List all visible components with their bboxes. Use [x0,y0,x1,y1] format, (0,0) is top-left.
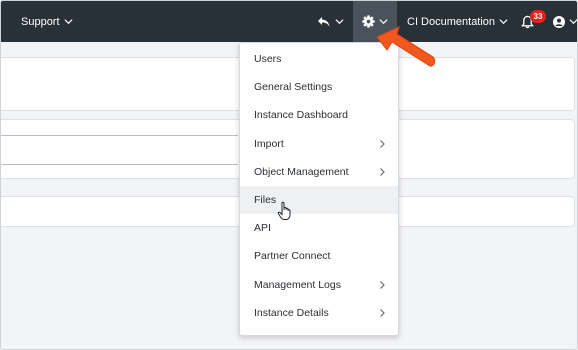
top-navbar: Support CI Documentation 33 [1,1,577,42]
menu-item-partner-connect[interactable]: Partner Connect [240,242,398,270]
user-icon [553,15,565,28]
menu-item-general-settings[interactable]: General Settings [240,73,398,101]
chevron-right-icon [380,139,385,148]
menu-item-label: Instance Details [254,306,329,319]
chevron-down-icon [64,19,73,25]
undo-icon [318,16,330,27]
menu-item-object-management[interactable]: Object Management [240,158,398,186]
undo-menu[interactable] [317,1,344,42]
menu-item-label: General Settings [254,81,333,94]
chevron-down-icon [335,19,344,25]
menu-item-label: Object Management [254,165,349,178]
hand-pointer-icon [277,201,291,220]
chevron-right-icon [380,280,385,289]
chevron-right-icon [380,167,385,176]
menu-item-label: Import [254,137,284,150]
menu-item-api[interactable]: API [240,214,398,242]
support-menu[interactable]: Support [21,1,73,42]
user-menu[interactable] [553,1,577,42]
chevron-down-icon [569,19,577,25]
chevron-down-icon [499,19,508,25]
menu-item-label: API [254,222,271,235]
chevron-right-icon [380,308,385,317]
menu-item-label: Instance Dashboard [254,109,348,122]
menu-item-label: Management Logs [254,278,341,291]
support-label: Support [21,15,60,28]
menu-item-files[interactable]: Files [240,185,398,215]
menu-item-import[interactable]: Import [240,130,398,158]
settings-dropdown-menu: Users General Settings Instance Dashboar… [239,42,399,336]
menu-item-instance-details[interactable]: Instance Details [240,299,398,327]
callout-arrow-icon [376,26,436,67]
notification-count-badge: 33 [530,10,546,23]
menu-item-label: Files [254,194,277,207]
menu-item-instance-dashboard[interactable]: Instance Dashboard [240,101,398,129]
input-field[interactable] [1,135,238,165]
menu-item-label: Partner Connect [254,250,331,263]
menu-item-management-logs[interactable]: Management Logs [240,271,398,299]
menu-item-label: Users [254,53,282,66]
app-window: Support CI Documentation 33 Users Genera… [0,0,578,350]
